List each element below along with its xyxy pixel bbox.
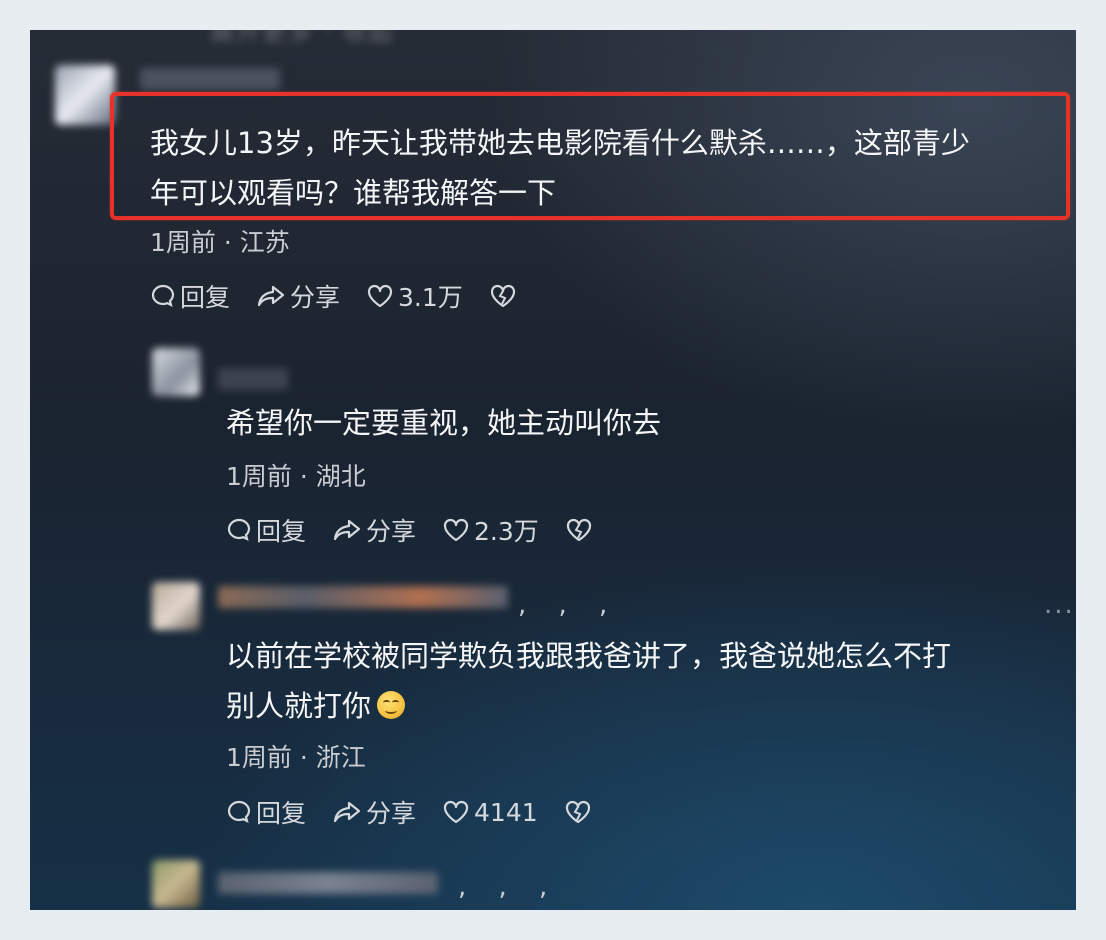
like-button[interactable]: 3.1万 bbox=[366, 278, 463, 314]
username-punctuation: , , , bbox=[518, 590, 620, 620]
comment-icon bbox=[151, 284, 175, 308]
heart-icon bbox=[443, 800, 469, 824]
comment-text-line: 希望你一定要重视，她主动叫你去 bbox=[226, 406, 662, 440]
reply-label: 回复 bbox=[180, 283, 231, 312]
comment-text-line: 以前在学校被同学欺负我跟我爸讲了，我爸说她怎么不打 bbox=[226, 639, 952, 673]
share-label: 分享 bbox=[366, 517, 417, 546]
comment-icon bbox=[227, 518, 251, 542]
dislike-button[interactable] bbox=[565, 517, 597, 543]
reply-button[interactable]: 回复 bbox=[150, 278, 230, 314]
comment-text-line: 别人就打你 bbox=[226, 681, 951, 731]
share-label: 分享 bbox=[290, 283, 341, 312]
comment-text: 以前在学校被同学欺负我跟我爸讲了，我爸说她怎么不打 别人就打你 bbox=[226, 631, 951, 731]
avatar[interactable] bbox=[152, 348, 200, 396]
comment-meta: 1周前 · 浙江 bbox=[226, 738, 366, 774]
comment-actions: 回复 分享 3.1万 bbox=[150, 278, 547, 314]
reply-label: 回复 bbox=[256, 517, 307, 546]
heart-icon bbox=[367, 284, 393, 308]
dislike-button[interactable] bbox=[489, 283, 521, 309]
avatar[interactable] bbox=[152, 582, 200, 630]
share-icon bbox=[333, 519, 361, 541]
comment-time: 1周前 bbox=[150, 228, 216, 257]
like-button[interactable]: 2.3万 bbox=[442, 512, 539, 548]
comment-icon bbox=[227, 800, 251, 824]
reply-button[interactable]: 回复 bbox=[226, 794, 306, 830]
comment-location: 江苏 bbox=[239, 228, 290, 257]
reply-button[interactable]: 回复 bbox=[226, 512, 306, 548]
like-count: 4141 bbox=[474, 797, 538, 827]
comment-text-line: 年可以观看吗？谁帮我解答一下 bbox=[150, 176, 557, 210]
broken-heart-icon bbox=[490, 284, 515, 308]
comment-text-line: 我女儿13岁，昨天让我带她去电影院看什么默杀……，这部青少 bbox=[150, 126, 970, 160]
comment-meta: 1周前 · 湖北 bbox=[226, 457, 366, 493]
cut-off-previous-actions: 展开更多 · 收起 bbox=[210, 30, 395, 46]
more-options-button[interactable]: ... bbox=[1044, 590, 1075, 620]
username-blurred[interactable] bbox=[218, 872, 438, 894]
comment-time: 1周前 bbox=[226, 462, 292, 491]
like-count: 2.3万 bbox=[474, 517, 539, 546]
comment-section: 展开更多 · 收起 我女儿13岁，昨天让我带她去电影院看什么默杀……，这部青少 … bbox=[30, 30, 1076, 910]
separator: · bbox=[299, 462, 308, 491]
broken-heart-icon bbox=[566, 518, 591, 542]
dislike-button[interactable] bbox=[564, 799, 596, 825]
separator: · bbox=[299, 743, 308, 772]
comment-meta: 1周前 · 江苏 bbox=[150, 223, 290, 259]
share-button[interactable]: 分享 bbox=[332, 512, 416, 548]
comment-location: 湖北 bbox=[315, 462, 366, 491]
username-blurred[interactable] bbox=[218, 368, 288, 390]
share-icon bbox=[257, 285, 285, 307]
username-punctuation: , , , bbox=[458, 872, 560, 902]
reply-label: 回复 bbox=[256, 799, 307, 828]
comment-text-segment: 别人就打你 bbox=[226, 689, 372, 723]
share-button[interactable]: 分享 bbox=[332, 794, 416, 830]
share-label: 分享 bbox=[366, 799, 417, 828]
avatar[interactable] bbox=[55, 65, 115, 125]
comment-actions: 回复 分享 2.3万 bbox=[226, 512, 623, 548]
smile-emoji-icon bbox=[377, 691, 406, 719]
like-count: 3.1万 bbox=[398, 283, 463, 312]
avatar[interactable] bbox=[152, 860, 200, 908]
share-button[interactable]: 分享 bbox=[256, 278, 340, 314]
broken-heart-icon bbox=[565, 800, 590, 824]
comment-text: 我女儿13岁，昨天让我带她去电影院看什么默杀……，这部青少 年可以观看吗？谁帮我… bbox=[150, 118, 970, 218]
username-blurred[interactable] bbox=[140, 68, 280, 90]
like-button[interactable]: 4141 bbox=[442, 798, 538, 827]
username-blurred[interactable] bbox=[218, 586, 508, 608]
heart-icon bbox=[443, 518, 469, 542]
comment-actions: 回复 分享 4141 bbox=[226, 794, 622, 830]
comment-location: 浙江 bbox=[315, 743, 366, 772]
comment-text: 希望你一定要重视，她主动叫你去 bbox=[226, 398, 661, 448]
separator: · bbox=[223, 228, 232, 257]
share-icon bbox=[333, 801, 361, 823]
comment-time: 1周前 bbox=[226, 743, 292, 772]
